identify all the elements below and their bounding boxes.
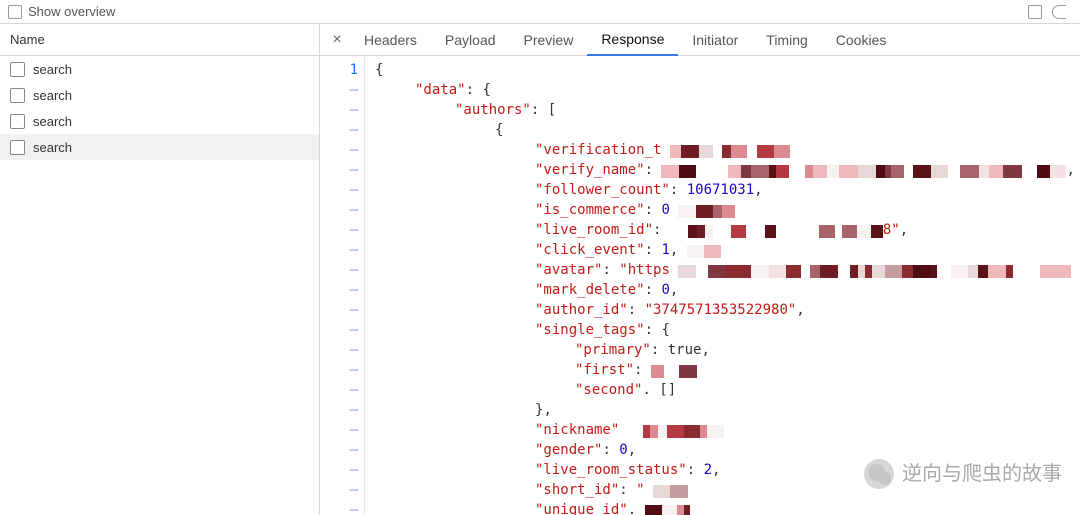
redacted-mosaic (651, 364, 697, 377)
tab-initiator[interactable]: Initiator (678, 24, 752, 56)
json-line: "authors": [ (371, 100, 1080, 120)
json-line: "author_id": "3747571353522980", (371, 300, 1080, 320)
fold-dash-icon: – (320, 140, 358, 160)
tab-headers[interactable]: Headers (350, 24, 431, 56)
fold-dash-icon: – (320, 460, 358, 480)
toolbar-right-box-1-icon[interactable] (1028, 5, 1042, 19)
tab-timing[interactable]: Timing (752, 24, 822, 56)
request-name: search (33, 140, 72, 155)
fold-dash-icon: – (320, 280, 358, 300)
file-icon (10, 62, 25, 77)
fold-dash-icon: – (320, 340, 358, 360)
tab-preview[interactable]: Preview (510, 24, 588, 56)
json-line: "single_tags": { (371, 320, 1080, 340)
request-name: search (33, 88, 72, 103)
fold-dash-icon: – (320, 80, 358, 100)
redacted-mosaic (670, 144, 790, 157)
tab-response[interactable]: Response (587, 24, 678, 56)
request-name: search (33, 114, 72, 129)
fold-dash-icon: – (320, 240, 358, 260)
fold-dash-icon: – (320, 360, 358, 380)
fold-dash-icon: – (320, 380, 358, 400)
json-line: { (371, 120, 1080, 140)
json-line: "live_room_id": 8", (371, 220, 1080, 240)
request-name: search (33, 62, 72, 77)
fold-dash-icon: – (320, 220, 358, 240)
response-json-viewer[interactable]: 1–––––––––––––––––––––––– {"data": {"aut… (320, 56, 1080, 515)
file-icon (10, 88, 25, 103)
fold-dash-icon: – (320, 320, 358, 340)
redacted-mosaic (628, 424, 724, 437)
json-line: }, (371, 400, 1080, 420)
file-icon (10, 140, 25, 155)
request-row-search[interactable]: search (0, 134, 319, 160)
json-line: "second". [] (371, 380, 1080, 400)
request-row-search[interactable]: search (0, 56, 319, 82)
fold-dash-icon: – (320, 420, 358, 440)
wechat-icon (864, 459, 894, 489)
json-line: "follower_count": 10671031, (371, 180, 1080, 200)
fold-dash-icon: – (320, 440, 358, 460)
watermark-text: 逆向与爬虫的故事 (902, 464, 1062, 484)
fold-dash-icon: – (320, 500, 358, 515)
redacted-mosaic (645, 504, 741, 515)
fold-dash-icon: – (320, 480, 358, 500)
tab-payload[interactable]: Payload (431, 24, 510, 56)
sidebar-header-name[interactable]: Name (0, 24, 319, 56)
fold-dash-icon: – (320, 200, 358, 220)
request-row-search[interactable]: search (0, 82, 319, 108)
fold-dash-icon: – (320, 160, 358, 180)
show-overview-label[interactable]: Show overview (28, 4, 115, 19)
json-line: "avatar": "https /a (371, 260, 1080, 280)
redacted-mosaic (661, 164, 1066, 177)
json-line: "verify_name": , (371, 160, 1080, 180)
json-line: "click_event": 1, (371, 240, 1080, 260)
json-line: "primary": true, (371, 340, 1080, 360)
json-line: "unique_id". (371, 500, 1080, 515)
json-line: "gender": 0, (371, 440, 1080, 460)
fold-dash-icon: – (320, 120, 358, 140)
fold-dash-icon: – (320, 300, 358, 320)
checkbox-empty-icon[interactable] (8, 5, 22, 19)
file-icon (10, 114, 25, 129)
redacted-mosaic (653, 484, 701, 497)
json-line: "mark_delete": 0, (371, 280, 1080, 300)
tab-cookies[interactable]: Cookies (822, 24, 901, 56)
redacted-mosaic (678, 204, 735, 217)
devtools-toolbar: Show overview (0, 0, 1080, 24)
network-request-list: Name search search search search (0, 24, 320, 515)
request-row-search[interactable]: search (0, 108, 319, 134)
redacted-mosaic (678, 264, 1071, 277)
json-line: "nickname" (371, 420, 1080, 440)
fold-dash-icon: – (320, 400, 358, 420)
json-line: "is_commerce": 0 (371, 200, 1080, 220)
json-line: { (371, 60, 1080, 80)
fold-dash-icon: – (320, 260, 358, 280)
redacted-mosaic (687, 244, 721, 257)
watermark: 逆向与爬虫的故事 (864, 459, 1062, 489)
json-line: "data": { (371, 80, 1080, 100)
close-icon[interactable]: × (324, 31, 350, 49)
json-line: "verification_t (371, 140, 1080, 160)
fold-dash-icon: – (320, 180, 358, 200)
detail-tabbar: × HeadersPayloadPreviewResponseInitiator… (320, 24, 1080, 56)
json-line: "first": (371, 360, 1080, 380)
value-faded: true (668, 342, 702, 358)
toolbar-right-box-2-icon[interactable] (1052, 5, 1066, 19)
line-number: 1 (320, 60, 358, 80)
redacted-mosaic (670, 224, 883, 237)
fold-dash-icon: – (320, 100, 358, 120)
